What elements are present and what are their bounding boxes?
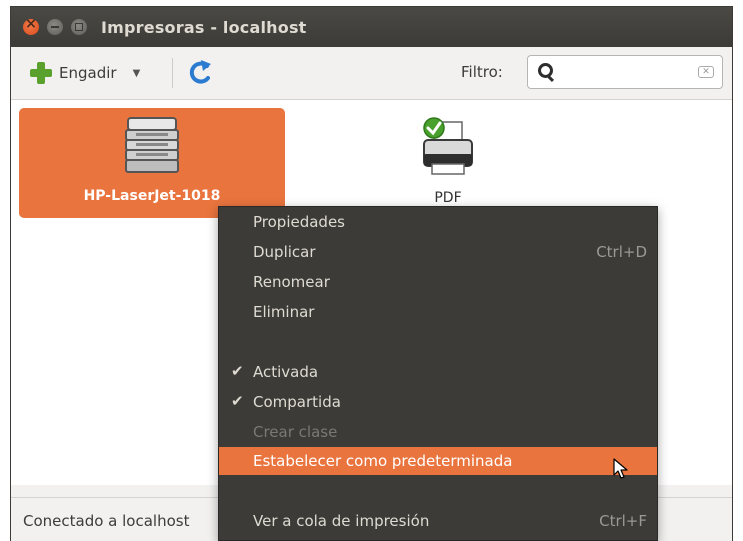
menu-item-delete[interactable]: Eliminar — [219, 298, 657, 326]
toolbar-separator — [172, 58, 174, 88]
printer-icon — [423, 117, 473, 175]
check-icon: ✔ — [231, 392, 244, 410]
printer-name: HP-LaserJet-1018 — [83, 188, 221, 204]
printer-name: PDF — [434, 190, 462, 206]
filter-label: Filtro: — [461, 63, 503, 81]
window-title: Impresoras - localhost — [101, 17, 307, 37]
add-label: Engadir — [59, 64, 117, 82]
menu-item-create-class: Crear clase — [219, 418, 657, 446]
menu-item-label: Renomear — [253, 273, 330, 291]
mouse-cursor-icon — [613, 458, 628, 479]
filter-input[interactable]: ✕ — [527, 55, 723, 89]
add-dropdown-arrow-icon[interactable]: ▼ — [133, 68, 141, 79]
menu-item-label: Estabelecer como predeterminada — [253, 452, 513, 470]
menu-item-shared[interactable]: ✔ Compartida — [219, 388, 657, 416]
add-plus-icon — [29, 61, 53, 85]
menu-item-duplicate[interactable]: Duplicar Ctrl+D — [219, 238, 657, 266]
refresh-icon[interactable] — [187, 58, 213, 88]
menu-item-properties[interactable]: Propiedades — [219, 208, 657, 236]
menu-item-set-default[interactable]: Estabelecer como predeterminada — [219, 447, 657, 475]
menu-item-enabled[interactable]: ✔ Activada — [219, 358, 657, 386]
menu-item-label: Crear clase — [253, 423, 338, 441]
menu-item-label: Ver a cola de impresión — [253, 512, 430, 530]
window-minimize-icon[interactable] — [47, 19, 63, 35]
printer-context-menu: Propiedades Duplicar Ctrl+D Renomear Eli… — [218, 206, 658, 541]
clear-filter-icon[interactable]: ✕ — [698, 66, 714, 78]
add-printer-button[interactable]: Engadir ▼ — [23, 55, 146, 91]
menu-item-label: Duplicar — [253, 243, 316, 261]
toolbar: Engadir ▼ Filtro: ✕ — [11, 47, 732, 100]
menu-item-view-queue[interactable]: Ver a cola de impresión Ctrl+F — [219, 507, 657, 535]
menu-item-label: Eliminar — [253, 303, 315, 321]
menu-item-shortcut: Ctrl+F — [599, 512, 647, 530]
window-close-icon[interactable] — [23, 16, 39, 35]
menu-item-label: Compartida — [253, 393, 341, 411]
menu-item-rename[interactable]: Renomear — [219, 268, 657, 296]
menu-item-shortcut: Ctrl+D — [596, 243, 647, 261]
window-maximize-icon[interactable] — [71, 19, 87, 35]
check-icon: ✔ — [231, 362, 244, 380]
menu-item-label: Propiedades — [253, 213, 345, 231]
printer-item-pdf[interactable]: PDF — [315, 108, 581, 218]
printer-item-hp-laserjet[interactable]: HP-LaserJet-1018 — [19, 108, 285, 218]
status-text: Conectado a localhost — [23, 512, 190, 530]
laser-printer-icon — [125, 117, 179, 173]
menu-item-label: Activada — [253, 363, 319, 381]
search-icon — [538, 63, 554, 81]
titlebar[interactable]: Impresoras - localhost — [11, 7, 732, 47]
